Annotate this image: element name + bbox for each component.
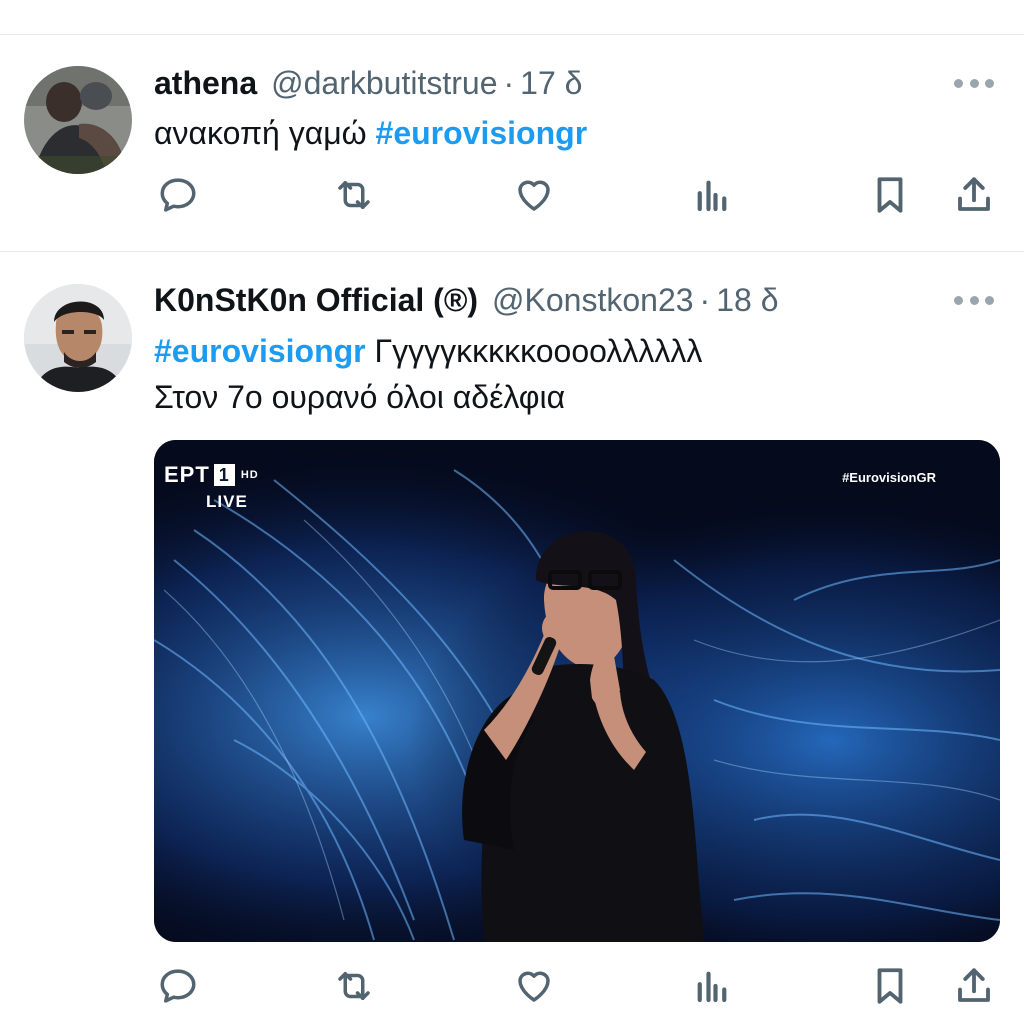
stage-image bbox=[154, 440, 1000, 942]
hashtag-link[interactable]: #eurovisiongr bbox=[376, 115, 588, 151]
bookmark-icon[interactable] bbox=[866, 171, 914, 219]
tweet-header: K0nStK0n Official (®) @Konstkon23 · 18 δ bbox=[154, 280, 994, 320]
like-icon[interactable] bbox=[510, 962, 558, 1010]
retweet-icon[interactable] bbox=[330, 962, 378, 1010]
tweet-text-body: ανακοπή γαμώ bbox=[154, 115, 376, 151]
live-label: LIVE bbox=[206, 492, 248, 511]
share-icon[interactable] bbox=[950, 962, 998, 1010]
more-icon[interactable] bbox=[954, 73, 994, 93]
media-hashtag: #EurovisionGR bbox=[842, 470, 936, 485]
views-icon[interactable] bbox=[688, 962, 736, 1010]
action-bar bbox=[154, 171, 1000, 219]
separator: · bbox=[503, 65, 515, 101]
separator: · bbox=[699, 282, 711, 318]
tweet-divider bbox=[0, 251, 1024, 252]
hashtag-link[interactable]: #eurovisiongr bbox=[154, 333, 366, 369]
reply-icon[interactable] bbox=[154, 962, 202, 1010]
top-divider bbox=[0, 34, 1024, 35]
avatar[interactable] bbox=[24, 66, 132, 174]
reply-icon[interactable] bbox=[154, 171, 202, 219]
channel-number: 1 bbox=[213, 464, 235, 486]
tweet-text-line-2: Στον 7ο ουρανό όλοι αδέλφια bbox=[154, 379, 566, 415]
user-handle[interactable]: @darkbutitstrue bbox=[271, 63, 497, 103]
timestamp[interactable]: 18 δ bbox=[716, 280, 778, 320]
video-media[interactable]: ΕΡΤ 1 HD LIVE #EurovisionGR bbox=[154, 440, 1000, 942]
channel-logo: ΕΡΤ 1 HD bbox=[164, 462, 259, 488]
display-name[interactable]: athena bbox=[154, 63, 257, 103]
channel-name: ΕΡΤ bbox=[164, 462, 210, 487]
share-icon[interactable] bbox=[950, 171, 998, 219]
action-bar bbox=[154, 962, 1000, 1010]
tweet-text: #eurovisiongr Γγγγγκκκκκοοοολλλλλλ Στον … bbox=[154, 328, 994, 420]
views-icon[interactable] bbox=[688, 171, 736, 219]
channel-quality: HD bbox=[240, 469, 259, 481]
user-handle[interactable]: @Konstkon23 bbox=[492, 280, 694, 320]
retweet-icon[interactable] bbox=[330, 171, 378, 219]
bookmark-icon[interactable] bbox=[866, 962, 914, 1010]
tweet-text-line-1: #eurovisiongr Γγγγγκκκκκοοοολλλλλλ bbox=[154, 328, 994, 374]
tweet-header: athena @darkbutitstrue · 17 δ bbox=[154, 63, 994, 103]
tweet-text-rest: Γγγγγκκκκκοοοολλλλλλ bbox=[365, 333, 703, 369]
display-name[interactable]: K0nStK0n Official (®) bbox=[154, 280, 478, 320]
like-icon[interactable] bbox=[510, 171, 558, 219]
timestamp[interactable]: 17 δ bbox=[520, 63, 582, 103]
more-icon[interactable] bbox=[954, 290, 994, 310]
tweet-text: ανακοπή γαμώ #eurovisiongr bbox=[154, 110, 994, 156]
avatar[interactable] bbox=[24, 284, 132, 392]
